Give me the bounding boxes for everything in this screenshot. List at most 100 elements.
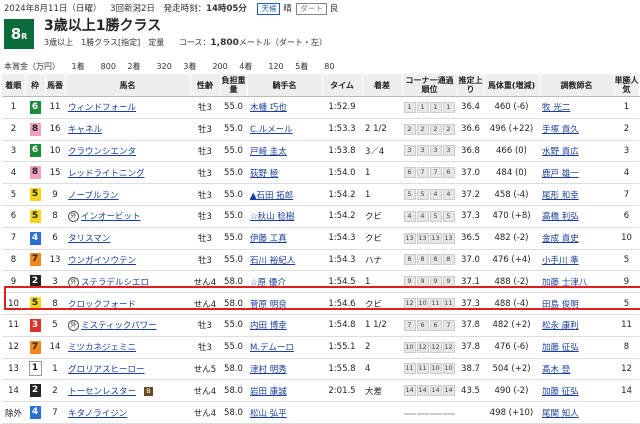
horse-link[interactable]: クロックフォード (68, 300, 136, 310)
cell-corner: 10 12 12 12 (402, 336, 457, 359)
cell-trainer: 牧 光二 (539, 96, 614, 119)
table-row[interactable]: 4 8 15 レッドライトニング 牡3 55.0 荻野 極 1:54.0 1 6 7 7 6 37.0 48… (2, 161, 639, 185)
jockey-link[interactable]: ☆原 優介 (250, 278, 286, 288)
cell-sexage: せん4 (190, 401, 220, 424)
trainer-link[interactable]: 尾形 和幸 (542, 191, 579, 201)
cell-rank: 9 (2, 270, 25, 294)
col-bodyweight[interactable]: 馬体重(増減) (484, 74, 540, 97)
trainer-link[interactable]: 田島 俊明 (542, 300, 579, 310)
horse-link[interactable]: クラウンシエンタ (68, 147, 136, 157)
track-condition: 良 (329, 4, 339, 14)
col-weight[interactable]: 負担重量 (220, 74, 248, 97)
corner-position: 1 (442, 101, 455, 113)
jockey-link[interactable]: ▲石田 拓郎 (250, 191, 293, 201)
cell-waku: 2 (25, 379, 45, 403)
horse-link[interactable]: キャネル (68, 125, 102, 135)
trainer-link[interactable]: 髙木 登 (542, 365, 570, 375)
table-row[interactable]: 12 7 14 ミツカネジェミニ 牡3 55.0 M.デムーロ 1:55.1 2 10 12 12 12… (2, 336, 639, 359)
col-last3f[interactable]: 推定上り (457, 74, 485, 97)
horse-link[interactable]: ノーブルラン (68, 191, 119, 201)
cell-sexage: せん4 (190, 270, 220, 294)
col-horse[interactable]: 馬名 (65, 74, 191, 97)
trainer-link[interactable]: 牧 光二 (542, 103, 570, 113)
cell-number: 11 (45, 96, 65, 119)
jockey-link[interactable]: 津村 明秀 (250, 365, 287, 375)
horse-link[interactable]: インオービット (81, 212, 141, 222)
table-row[interactable]: 13 1 1 グロリアスヒーロー せん5 58.0 津村 明秀 1:55.8 4 11 11 10 10… (2, 358, 639, 381)
horse-link[interactable]: トーセンレスター (68, 387, 136, 397)
table-row[interactable]: 9 2 3 外ステラデルシエロ せん4 58.0 ☆原 優介 1:54.5 1 9 9 9 9 37.1 4… (2, 270, 639, 294)
jockey-link[interactable]: ☆秋山 稔樹 (250, 212, 294, 222)
trainer-link[interactable]: 加藤 征弘 (542, 387, 579, 397)
cell-number: 14 (45, 336, 65, 359)
table-row[interactable]: 7 4 6 タリスマン 牡3 55.0 伊藤 工真 1:54.3 クビ 13 13 13 13 36.5 4… (2, 227, 639, 250)
jockey-link[interactable]: 内田 博幸 (250, 321, 287, 331)
trainer-link[interactable]: 高橋 利弘 (542, 212, 579, 222)
horse-link[interactable]: ウンガイソウテン (68, 256, 136, 266)
jockey-link[interactable]: 松山 弘平 (250, 409, 287, 419)
trainer-link[interactable]: 水野 貴広 (542, 147, 579, 157)
table-row[interactable]: 5 5 9 ノーブルラン 牡3 55.0 ▲石田 拓郎 1:54.2 1 5 5 4 4 37.2 458 … (2, 183, 639, 206)
horse-link[interactable]: タリスマン (68, 234, 110, 244)
col-waku[interactable]: 枠 (25, 74, 46, 97)
cell-rank: 10 (2, 292, 25, 315)
col-trainer[interactable]: 調教師名 (539, 74, 615, 97)
jockey-link[interactable]: 伊藤 工真 (250, 234, 287, 244)
trainer-link[interactable]: 鹿戸 雄一 (542, 169, 579, 179)
col-sexage[interactable]: 性齢 (190, 74, 221, 97)
cell-weight: 55.0 (220, 161, 247, 185)
jockey-link[interactable]: 戸崎 圭太 (250, 147, 287, 157)
table-row[interactable]: 2 8 16 キャネル 牡3 55.0 C.ルメール 1:53.3 2 1/2 2 2 2 2 36.6 4… (2, 118, 639, 141)
cell-sexage: 牡3 (190, 205, 220, 228)
table-row[interactable]: 8 7 13 ウンガイソウテン 牡3 55.0 石川 裕紀人 1:54.3 ハナ 8 8 8 8 37.0… (2, 249, 639, 272)
col-popularity[interactable]: 単勝人気 (614, 74, 640, 97)
trainer-link[interactable]: 手塚 貴久 (542, 125, 579, 135)
trainer-link[interactable]: 加藤 士津八 (542, 278, 587, 288)
jockey-link[interactable]: 荻野 極 (250, 169, 278, 179)
jockey-link[interactable]: 菅原 明良 (250, 300, 287, 310)
cell-corner: 8888 (402, 249, 457, 272)
table-row[interactable]: 3 6 10 クラウンシエンタ 牡3 55.0 戸崎 圭太 1:53.8 3／4 3 3 3 3 36.8… (2, 140, 639, 163)
cell-waku: 8 (25, 118, 45, 141)
jockey-link[interactable]: 木幡 巧也 (250, 103, 287, 113)
jockey-link[interactable]: M.デムーロ (250, 343, 294, 353)
horse-link[interactable]: ウィンドフォール (68, 103, 136, 113)
trainer-link[interactable]: 尾関 知人 (542, 409, 579, 419)
cell-waku: 4 (25, 227, 45, 250)
col-margin[interactable]: 着差 (362, 74, 403, 97)
table-row[interactable]: 1 6 11 ウィンドフォール 牡3 55.0 木幡 巧也 1:52.9 1 1 1 1 36.4 460… (2, 96, 639, 119)
jockey-link[interactable]: 石川 裕紀人 (250, 256, 295, 266)
trainer-link[interactable]: 小手川 準 (542, 256, 579, 266)
col-number[interactable]: 馬番 (45, 74, 66, 97)
corner-position: 9 (416, 276, 429, 288)
cell-sexage: 牡3 (190, 96, 220, 119)
jockey-link[interactable]: C.ルメール (250, 125, 293, 135)
corner-position: 4 (416, 210, 429, 222)
table-row[interactable]: 10 5 8 クロックフォード せん4 58.0 菅原 明良 1:54.6 クビ 12 10 11 11… (2, 292, 639, 315)
trainer-link[interactable]: 加藤 征弘 (542, 343, 579, 353)
col-time[interactable]: タイム (322, 74, 363, 97)
trainer-link[interactable]: 金成 貴史 (542, 234, 579, 244)
corner-position: 1 (416, 101, 429, 113)
horse-link[interactable]: レッドライトニング (68, 169, 145, 179)
cell-bodyweight: 470 (+8) (484, 205, 539, 228)
horse-link[interactable]: グロリアスヒーロー (68, 365, 145, 375)
cell-margin: 1 (362, 183, 402, 206)
table-row[interactable]: 除外 4 7 キタノライジン せん4 58.0 松山 弘平 498 (+10) 尾関 知人 (2, 401, 639, 424)
horse-link[interactable]: キタノライジン (68, 409, 127, 419)
corner-position (403, 412, 416, 415)
col-jockey[interactable]: 騎手名 (247, 74, 323, 97)
cell-last3f: 37.0 (457, 161, 484, 185)
table-row[interactable]: 14 2 2 トーセンレスター B せん4 58.0 岩田 康誠 2:01.5 大差 14 14 14 1… (2, 379, 639, 403)
col-rank[interactable]: 着順 (2, 74, 26, 97)
col-corner[interactable]: コーナー通過順位 (402, 74, 458, 97)
jockey-link[interactable]: 岩田 康誠 (250, 387, 287, 397)
cell-sexage: せん5 (190, 358, 220, 381)
table-row[interactable]: 11 3 5 外ミスティックパワー 牡3 55.0 内田 博幸 1:54.8 1 1/2 7 6 6 7… (2, 314, 639, 337)
horse-link[interactable]: ステラデルシエロ (81, 278, 149, 288)
trainer-link[interactable]: 松永 康利 (542, 321, 579, 331)
horse-link[interactable]: ミツカネジェミニ (68, 343, 136, 353)
horse-link[interactable]: ミスティックパワー (81, 321, 157, 331)
results-body: 1 6 11 ウィンドフォール 牡3 55.0 木幡 巧也 1:52.9 1 1 1 1 36.4 460… (2, 96, 639, 424)
table-row[interactable]: 6 5 8 外インオービット 牡3 55.0 ☆秋山 稔樹 1:54.2 クビ 4 4 5 5 37.3 4… (2, 205, 639, 228)
